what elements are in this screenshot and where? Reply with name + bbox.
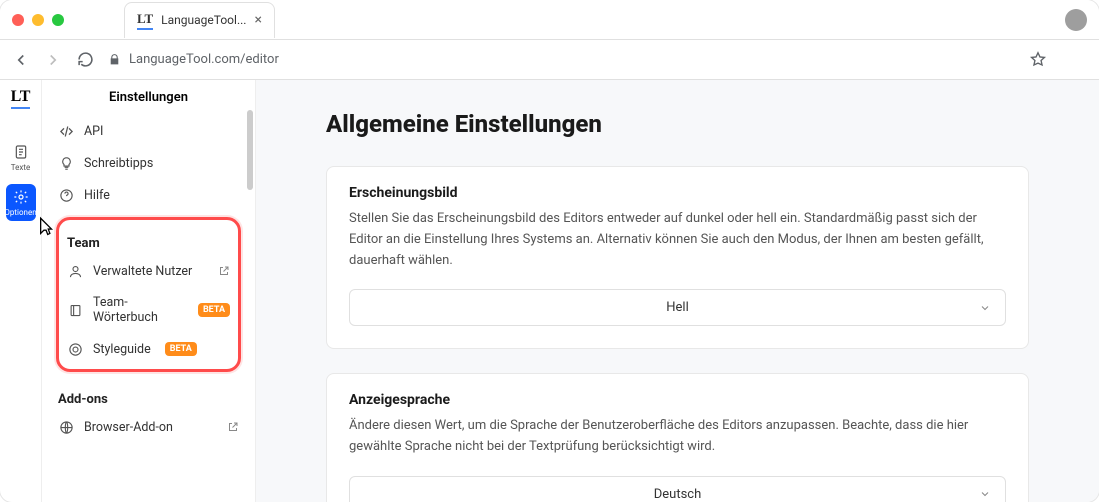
cursor-pointer-icon <box>32 215 58 241</box>
sidebar-item-styleguide[interactable]: Styleguide BETA <box>63 333 234 365</box>
close-window[interactable] <box>12 14 24 26</box>
sidebar-item-hilfe[interactable]: Hilfe <box>54 179 243 211</box>
tab-title: LanguageTool... <box>161 13 246 27</box>
minimize-window[interactable] <box>32 14 44 26</box>
settings-sidebar: Einstellungen API Schreibtipps <box>42 80 256 502</box>
document-icon <box>12 143 30 161</box>
page-title: Allgemeine Einstellungen <box>326 110 1029 138</box>
language-value: Deutsch <box>654 487 702 502</box>
language-title: Anzeigesprache <box>349 392 1006 408</box>
help-icon <box>58 187 74 203</box>
address-bar[interactable]: LanguageTool.com/editor <box>108 52 1015 67</box>
content-area: LT Texte Optionen Einstellungen <box>0 80 1099 502</box>
browser-addon-label: Browser-Add-on <box>84 420 173 435</box>
sidebar-item-team-worterbuch[interactable]: Team-Wörterbuch BETA <box>63 287 234 333</box>
forward-button[interactable] <box>44 51 62 69</box>
bookmark-star-icon[interactable] <box>1029 51 1047 69</box>
sidebar-hilfe-label: Hilfe <box>84 188 110 203</box>
external-link-icon <box>227 421 239 433</box>
browser-icon <box>58 419 74 435</box>
code-icon <box>58 123 74 139</box>
browser-window: LT LanguageTool... × LanguageTool.com/ed… <box>0 0 1099 502</box>
sidebar-item-schreibtipps[interactable]: Schreibtipps <box>54 147 243 179</box>
window-controls <box>12 14 64 26</box>
sidebar-item-api[interactable]: API <box>54 115 243 147</box>
gear-icon <box>12 188 30 206</box>
profile-avatar[interactable] <box>1065 9 1087 31</box>
titlebar: LT LanguageTool... × <box>0 0 1099 40</box>
section-addons: Add-ons <box>54 382 243 411</box>
appearance-title: Erscheinungsbild <box>349 185 1006 201</box>
main-panel: Allgemeine Einstellungen Erscheinungsbil… <box>256 80 1099 502</box>
language-desc: Ändere diesen Wert, um die Sprache der B… <box>349 416 1006 458</box>
section-team: Team <box>63 226 234 255</box>
sidebar-api-label: API <box>84 124 103 139</box>
appearance-value: Hell <box>666 300 689 315</box>
styleguide-label: Styleguide <box>93 342 151 357</box>
left-rail: LT Texte Optionen <box>0 80 42 502</box>
appearance-select[interactable]: Hell <box>349 289 1006 326</box>
address-bar-row: LanguageTool.com/editor <box>0 40 1099 80</box>
language-card: Anzeigesprache Ändere diesen Wert, um di… <box>326 373 1029 502</box>
sidebar-item-browser-addon[interactable]: Browser-Add-on <box>54 411 243 443</box>
book-icon <box>67 302 83 318</box>
worterbuch-label: Team-Wörterbuch <box>93 295 184 325</box>
team-highlight-box: Team Verwaltete Nutzer <box>56 217 241 372</box>
sidebar-title: Einstellungen <box>42 80 255 115</box>
external-link-icon <box>218 265 230 277</box>
lightbulb-icon <box>58 155 74 171</box>
reload-button[interactable] <box>76 51 94 69</box>
chevron-down-icon <box>979 488 991 500</box>
lt-logo-icon: LT <box>137 11 153 30</box>
rail-texte[interactable]: Texte <box>6 139 36 176</box>
url-text: LanguageTool.com/editor <box>129 52 279 67</box>
verwaltete-label: Verwaltete Nutzer <box>93 264 192 279</box>
sidebar-item-verwaltete-nutzer[interactable]: Verwaltete Nutzer <box>63 255 234 287</box>
close-tab-icon[interactable]: × <box>254 13 261 27</box>
appearance-card: Erscheinungsbild Stellen Sie das Erschei… <box>326 166 1029 349</box>
styleguide-icon <box>67 341 83 357</box>
maximize-window[interactable] <box>52 14 64 26</box>
beta-badge: BETA <box>198 303 230 317</box>
scrollbar[interactable] <box>247 110 253 190</box>
sidebar-schreibtipps-label: Schreibtipps <box>84 156 153 171</box>
user-icon <box>67 263 83 279</box>
rail-texte-label: Texte <box>11 163 30 172</box>
rail-optionen[interactable]: Optionen <box>6 184 36 221</box>
language-select[interactable]: Deutsch <box>349 476 1006 502</box>
beta-badge: BETA <box>165 342 197 356</box>
browser-tab[interactable]: LT LanguageTool... × <box>124 2 275 38</box>
lock-icon <box>108 53 121 66</box>
app-logo[interactable]: LT <box>11 88 31 109</box>
appearance-desc: Stellen Sie das Erscheinungsbild des Edi… <box>349 209 1006 271</box>
chevron-down-icon <box>979 302 991 314</box>
back-button[interactable] <box>12 51 30 69</box>
